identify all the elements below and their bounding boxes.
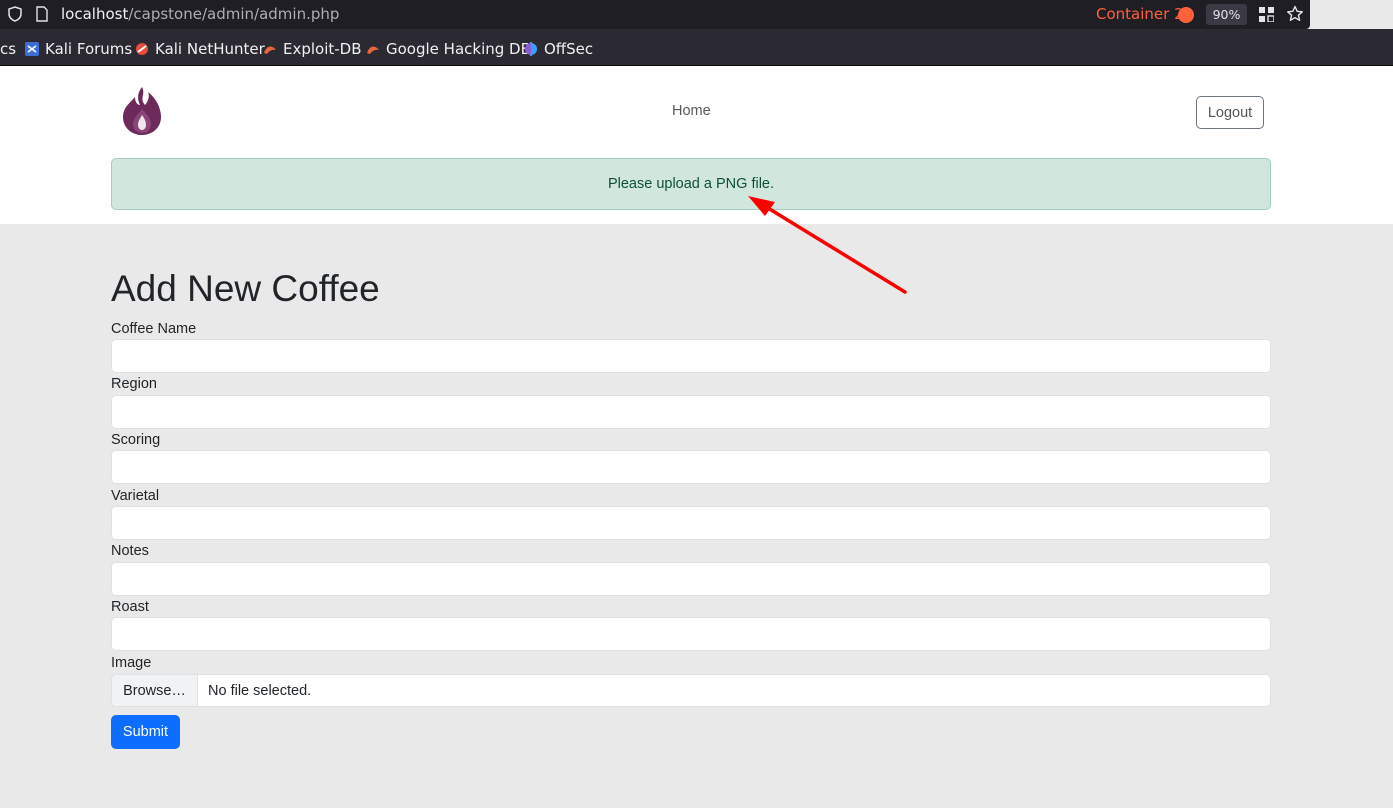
bookmark-label: cs [0, 40, 17, 58]
bookmark-star-icon[interactable] [1286, 5, 1304, 23]
bookmark-kali-forums[interactable]: Kali Forums [25, 40, 132, 58]
scoring-input[interactable] [111, 450, 1271, 484]
bookmark-label: Google Hacking DB [386, 40, 531, 58]
zoom-level[interactable]: 90% [1206, 4, 1247, 25]
bookmark-label: OffSec [544, 40, 594, 58]
nav-home-link[interactable]: Home [672, 103, 711, 119]
logout-button[interactable]: Logout [1196, 96, 1264, 129]
bookmark-truncated[interactable]: cs [0, 40, 16, 58]
roast-label: Roast [111, 599, 149, 615]
coffee-name-input[interactable] [111, 339, 1271, 373]
coffee-name-label: Coffee Name [111, 321, 197, 337]
bookmark-label: Exploit-DB [283, 40, 362, 58]
bookmark-google-hacking-db[interactable]: Google Hacking DB [366, 40, 531, 58]
url-text[interactable]: localhost/capstone/admin/admin.php [61, 5, 339, 23]
shield-icon[interactable] [7, 6, 23, 22]
offsec-icon [525, 42, 537, 56]
page-icon [36, 6, 48, 22]
site-header: Home Logout Please upload a PNG file. [0, 66, 1393, 224]
region-input[interactable] [111, 395, 1271, 429]
upload-alert: Please upload a PNG file. [111, 158, 1271, 210]
submit-button[interactable]: Submit [111, 715, 180, 749]
varietal-input[interactable] [111, 506, 1271, 540]
container-dot-icon [1178, 7, 1194, 23]
region-label: Region [111, 376, 157, 392]
varietal-label: Varietal [111, 488, 160, 504]
annotation-arrow-icon [748, 196, 907, 294]
page-title: Add New Coffee [111, 268, 380, 309]
alert-message: Please upload a PNG file. [607, 176, 775, 192]
extensions-grid-icon[interactable] [1259, 7, 1274, 22]
scoring-label: Scoring [111, 432, 161, 448]
container-label[interactable]: Container 2 [1096, 5, 1184, 23]
bookmark-label: Kali Forums [45, 40, 133, 58]
roast-input[interactable] [111, 617, 1271, 651]
browser-url-bar[interactable]: localhost/capstone/admin/admin.php Conta… [0, 0, 1310, 29]
ghdb-icon [367, 46, 379, 54]
image-file-input[interactable]: Browse… No file selected. [111, 674, 1271, 707]
notes-label: Notes [111, 543, 149, 559]
exploit-db-icon [264, 46, 276, 54]
flame-logo-icon[interactable] [121, 85, 163, 137]
url-path: /capstone/admin/admin.php [128, 5, 340, 23]
kali-forums-icon [25, 42, 39, 56]
bookmark-label: Kali NetHunter [155, 40, 265, 58]
bookmark-kali-nethunter[interactable]: Kali NetHunter [135, 40, 265, 58]
file-status-text: No file selected. [208, 682, 312, 699]
bookmark-offsec[interactable]: OffSec [524, 40, 593, 58]
bookmark-exploit-db[interactable]: Exploit-DB [263, 40, 362, 58]
image-label: Image [111, 655, 152, 671]
notes-input[interactable] [111, 562, 1271, 596]
bookmarks-toolbar: cs Kali Forums Kali NetHunter Exploit-DB… [0, 29, 1393, 66]
browse-button[interactable]: Browse… [112, 675, 198, 706]
nethunter-icon [136, 43, 148, 55]
url-host: localhost [61, 5, 129, 23]
